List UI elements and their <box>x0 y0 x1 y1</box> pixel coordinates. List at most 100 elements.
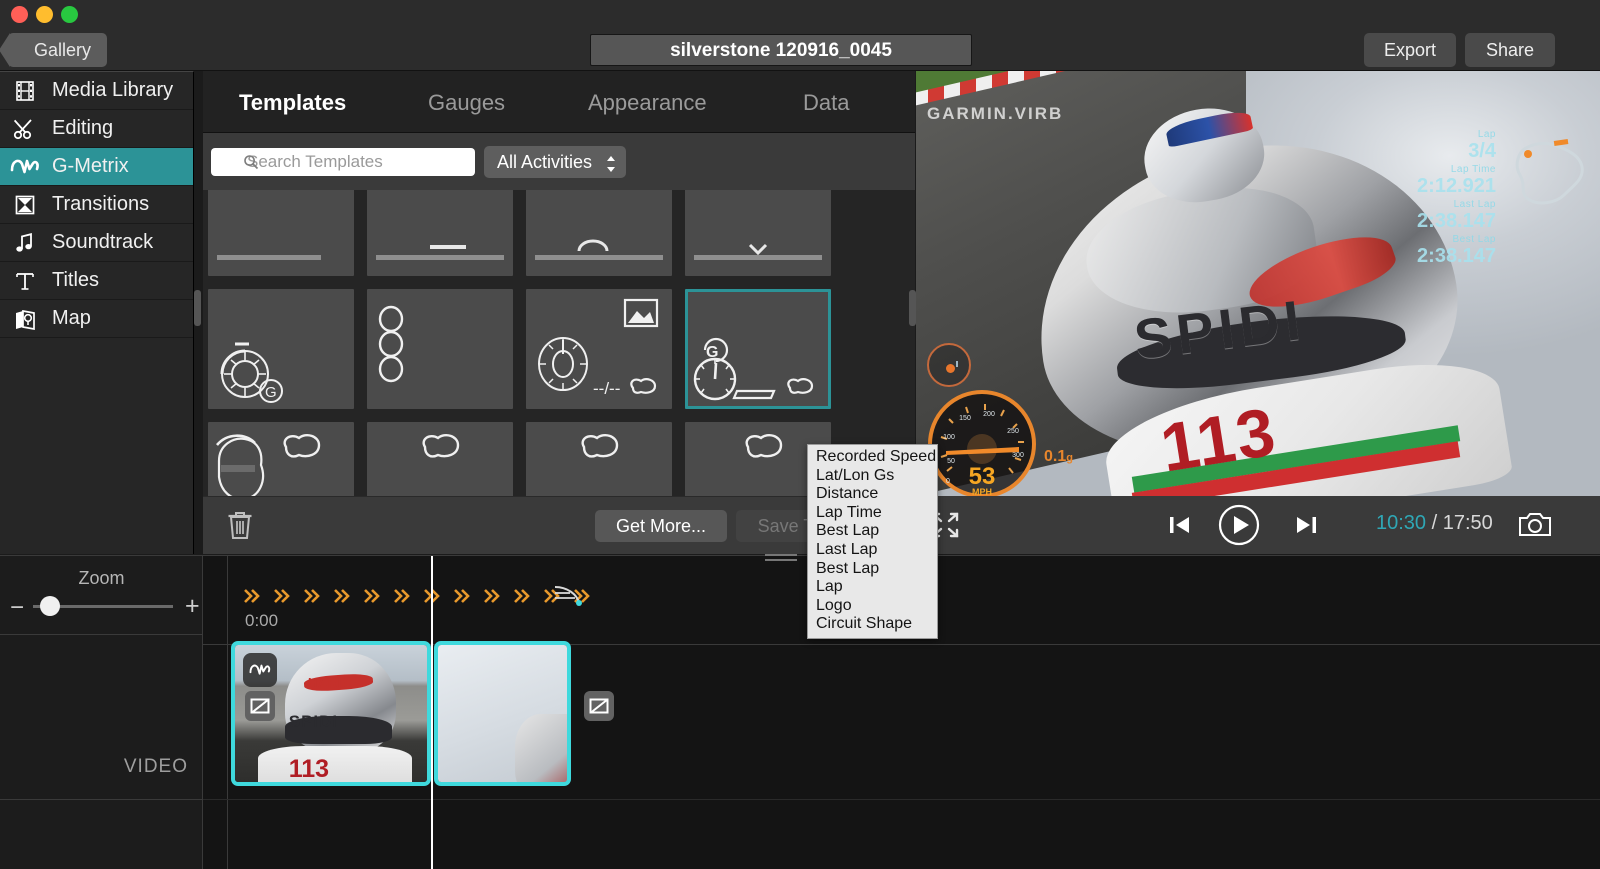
ruler-start-time: 0:00 <box>245 611 279 630</box>
last-lap-value: 2:38.147 <box>1417 210 1496 232</box>
sidebar-item-editing[interactable]: Editing <box>0 110 193 148</box>
template-thumbnail[interactable] <box>367 289 513 409</box>
menu-item-lat-lon-gs[interactable]: Lat/Lon Gs <box>808 467 937 486</box>
template-thumbnail[interactable]: --/-- <box>526 289 672 409</box>
app-window: Gallery silverstone 120916_0045 Export S… <box>0 0 1600 869</box>
speed-marker-icon[interactable] <box>333 586 351 606</box>
sidebar-item-g-metrix[interactable]: G-Metrix <box>0 148 193 186</box>
maximize-window-button[interactable] <box>61 6 78 23</box>
gforce-readout: 0.1g <box>1044 448 1073 465</box>
menu-item-last-lap[interactable]: Last Lap <box>808 541 937 560</box>
step-forward-icon[interactable] <box>1294 512 1320 538</box>
menu-item-best-lap-2[interactable]: Best Lap <box>808 560 937 579</box>
tab-gauges[interactable]: Gauges <box>428 90 505 116</box>
svg-text:50: 50 <box>947 458 955 465</box>
gmetrix-badge-icon[interactable] <box>243 653 277 687</box>
stabilization-marker-icon[interactable] <box>553 583 583 607</box>
tab-data[interactable]: Data <box>803 90 849 116</box>
speed-marker-icon[interactable] <box>363 586 381 606</box>
panel-splitter-handle[interactable] <box>909 290 916 326</box>
search-placeholder: Search Templates <box>247 152 383 171</box>
sidebar-item-label: Map <box>52 307 91 329</box>
template-thumbnail[interactable] <box>208 190 354 276</box>
gallery-back-button[interactable]: Gallery <box>0 33 108 67</box>
close-window-button[interactable] <box>11 6 28 23</box>
title-bar: Gallery silverstone 120916_0045 Export S… <box>0 0 1600 71</box>
chevron-updown-icon <box>606 152 616 172</box>
step-back-icon[interactable] <box>1166 512 1192 538</box>
svg-text:100: 100 <box>943 434 955 441</box>
timeline-playhead[interactable] <box>431 556 433 869</box>
svg-text:200: 200 <box>983 411 995 418</box>
tab-appearance[interactable]: Appearance <box>588 90 707 116</box>
speed-marker-icon[interactable] <box>303 586 321 606</box>
clip-thumbnail-text: SPIDI <box>288 712 339 732</box>
zoom-slider-knob[interactable] <box>40 596 60 616</box>
zoom-in-button[interactable]: + <box>185 592 200 621</box>
menu-item-circuit-shape[interactable]: Circuit Shape <box>808 615 937 634</box>
speed-marker-icon[interactable] <box>243 586 261 606</box>
template-thumbnail[interactable]: G <box>208 289 354 409</box>
menu-item-distance[interactable]: Distance <box>808 485 937 504</box>
zoom-label: Zoom <box>78 568 125 588</box>
clip-trim-handle-right[interactable] <box>584 691 614 721</box>
get-more-button[interactable]: Get More... <box>595 510 727 542</box>
minimize-window-button[interactable] <box>36 6 53 23</box>
sidebar-item-transitions[interactable]: Transitions <box>0 186 193 224</box>
svg-text:0: 0 <box>946 478 950 485</box>
template-thumbnail[interactable] <box>685 190 831 276</box>
document-title-field[interactable]: silverstone 120916_0045 <box>590 34 972 66</box>
svg-text:300: 300 <box>1012 452 1024 459</box>
clip-trim-handle-left[interactable] <box>245 691 275 721</box>
window-controls <box>11 6 78 23</box>
sidebar-item-titles[interactable]: Titles <box>0 262 193 300</box>
svg-text:150: 150 <box>959 415 971 422</box>
horizontal-splitter-handle[interactable] <box>765 554 797 563</box>
template-thumbnail[interactable] <box>526 190 672 276</box>
template-thumbnail[interactable] <box>367 190 513 276</box>
clip-thumbnail-detail <box>258 746 412 782</box>
zoom-out-button[interactable]: − <box>10 594 24 622</box>
menu-item-recorded-speed[interactable]: Recorded Speed <box>808 448 937 467</box>
sidebar-item-soundtrack[interactable]: Soundtrack <box>0 224 193 262</box>
timeline-gutter <box>203 556 228 869</box>
speed-marker-icon[interactable] <box>393 586 411 606</box>
sidebar-item-label: Editing <box>52 117 114 139</box>
video-track[interactable]: HARDE SPIDI 113 <box>231 641 614 786</box>
play-icon[interactable] <box>1218 504 1260 546</box>
video-preview[interactable]: SPIDI 113 GARMIN.VIRB 50 100 150 200 250… <box>916 71 1600 496</box>
speed-unit: MPH <box>972 487 992 496</box>
menu-item-best-lap[interactable]: Best Lap <box>808 522 937 541</box>
menu-item-lap[interactable]: Lap <box>808 578 937 597</box>
speed-marker-icon[interactable] <box>483 586 501 606</box>
trash-icon[interactable] <box>227 510 253 540</box>
tab-templates[interactable]: Templates <box>239 90 346 116</box>
activity-filter-select[interactable]: All Activities <box>484 146 626 178</box>
search-icon <box>243 154 259 170</box>
share-button[interactable]: Share <box>1465 33 1555 67</box>
speed-marker-icon[interactable] <box>513 586 531 606</box>
timeline-clip[interactable] <box>434 641 571 786</box>
speed-marker-icon[interactable] <box>273 586 291 606</box>
sidebar-item-label: Media Library <box>52 79 174 101</box>
sidebar-item-label: Soundtrack <box>52 231 154 253</box>
clip-thumbnail-text: HARDE <box>307 675 357 691</box>
sidebar-splitter-handle[interactable] <box>194 290 201 326</box>
camera-icon[interactable] <box>1518 510 1552 538</box>
gauge-context-menu[interactable]: Recorded Speed Lat/Lon Gs Distance Lap T… <box>807 444 938 639</box>
template-thumbnail-selected[interactable]: G <box>685 289 831 409</box>
divider <box>203 799 1600 800</box>
speed-marker-icon[interactable] <box>453 586 471 606</box>
menu-item-logo[interactable]: Logo <box>808 597 937 616</box>
lap-time-label: Lap Time <box>1450 164 1496 175</box>
menu-item-lap-time[interactable]: Lap Time <box>808 504 937 523</box>
export-button[interactable]: Export <box>1364 33 1456 67</box>
lap-readout-stack: Lap 3/4 Lap Time 2:12.921 Last Lap 2:38.… <box>1364 129 1496 269</box>
sidebar-item-label: Transitions <box>52 193 150 215</box>
sidebar-item-media-library[interactable]: Media Library <box>0 72 193 110</box>
sidebar: Media Library Editing G-Metrix Transitio… <box>0 71 194 554</box>
sidebar-item-map[interactable]: Map <box>0 300 193 338</box>
divider <box>0 799 203 800</box>
timeline-zoom-panel: Zoom − + VIDEO <box>0 555 203 869</box>
lap-time-value: 2:12.921 <box>1417 175 1496 197</box>
